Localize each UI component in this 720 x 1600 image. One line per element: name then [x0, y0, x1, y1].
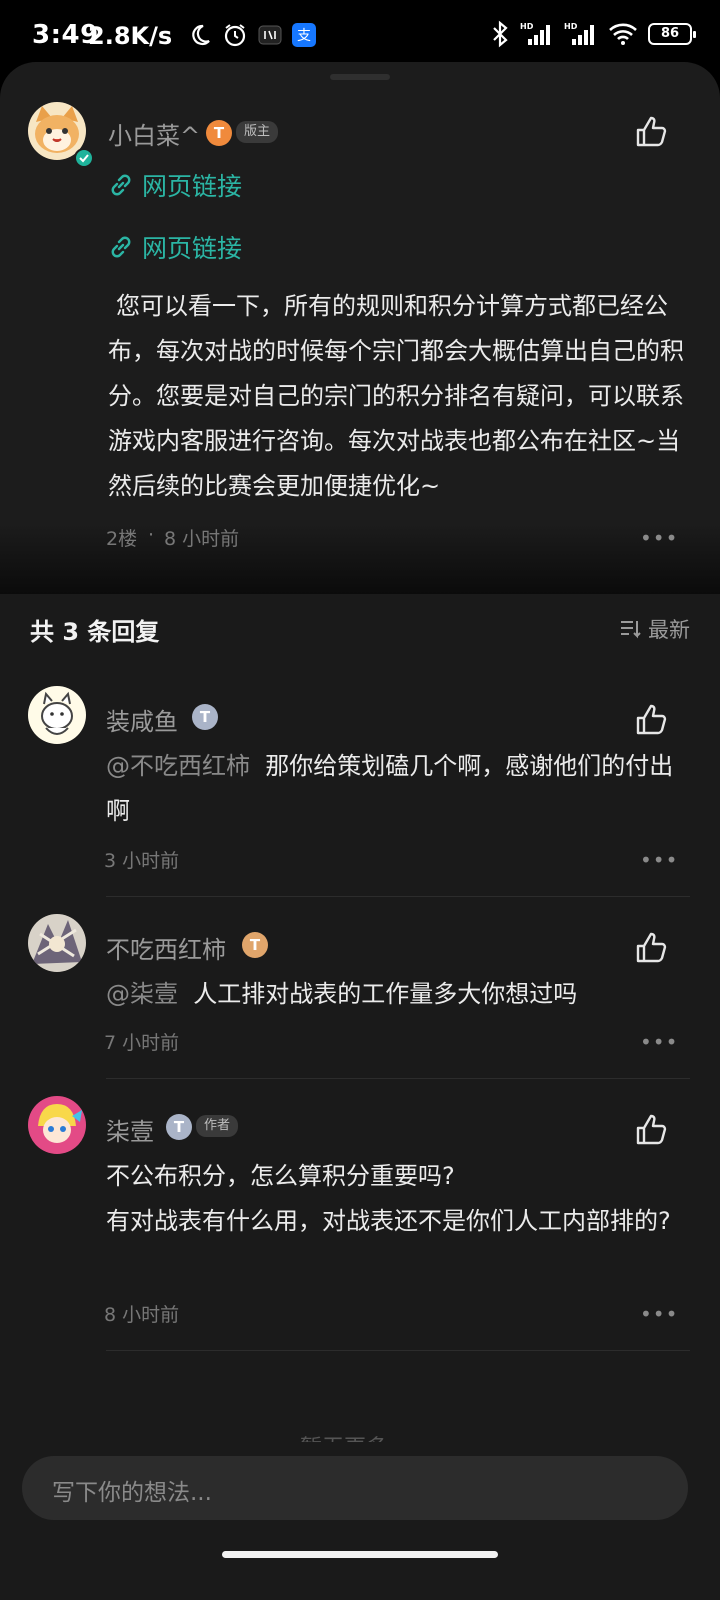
- level-badge: T: [166, 1114, 192, 1140]
- divider: [106, 1078, 690, 1079]
- more-icon[interactable]: •••: [640, 1302, 678, 1326]
- web-link-2[interactable]: 网页链接: [108, 229, 242, 265]
- svg-text:支: 支: [297, 28, 311, 44]
- mention-link[interactable]: @柒壹: [106, 980, 178, 1008]
- battery-icon: 86: [648, 23, 696, 45]
- web-link-1[interactable]: 网页链接: [108, 167, 242, 203]
- status-right-icons: HD HD 86: [490, 20, 696, 48]
- more-icon[interactable]: •••: [640, 848, 678, 872]
- verified-icon: [74, 148, 94, 168]
- level-badge: T: [192, 704, 218, 730]
- reply-body: 不公布积分，怎么算积分重要吗? 有对战表有什么用，对战表还不是你们人工内部排的?: [106, 1154, 692, 1244]
- status-bar: 3:49 2.8K/s 支 HD HD 86: [0, 0, 720, 68]
- post-body: 您可以看一下，所有的规则和积分计算方式都已经公布，每次对战的时候每个宗门都会大概…: [108, 292, 684, 500]
- reply-text-line: 不公布积分，怎么算积分重要吗?: [106, 1162, 455, 1190]
- avatar[interactable]: [28, 1096, 86, 1154]
- home-indicator[interactable]: [222, 1551, 498, 1558]
- moon-icon: [192, 24, 210, 46]
- app-screen: 3:49 2.8K/s 支 HD HD 86 小白菜^ T 版主 网页链接 网页…: [0, 0, 720, 1600]
- avatar[interactable]: [28, 686, 86, 744]
- reply-time: 3 小时前: [104, 850, 180, 872]
- reply-author-name[interactable]: 装咸鱼: [106, 702, 178, 737]
- status-left-icons: 支: [188, 22, 316, 48]
- nfc-icon: [258, 25, 282, 45]
- more-icon[interactable]: •••: [640, 1030, 678, 1054]
- web-link-label: 网页链接: [142, 172, 243, 201]
- like-icon[interactable]: [634, 930, 670, 966]
- sort-icon: [621, 621, 641, 639]
- like-icon[interactable]: [634, 1112, 670, 1148]
- drag-handle[interactable]: [330, 74, 390, 80]
- level-badge: T: [206, 120, 232, 146]
- link-icon: [111, 174, 131, 196]
- post-floor: 2楼: [106, 528, 138, 550]
- reply-text: 人工排对战表的工作量多大你想过吗: [193, 980, 578, 1008]
- status-network-speed: 2.8K/s: [88, 22, 173, 50]
- more-icon[interactable]: •••: [640, 526, 678, 550]
- svg-text:HD: HD: [520, 22, 534, 31]
- post-author-name[interactable]: 小白菜^: [108, 116, 200, 151]
- reply-body: @柒壹 人工排对战表的工作量多大你想过吗: [106, 972, 692, 1017]
- mention-link[interactable]: @不吃西红柿: [106, 752, 250, 780]
- bluetooth-icon: [493, 20, 508, 48]
- sort-button[interactable]: 最新: [620, 614, 690, 644]
- replies-section: 共 3 条回复 最新 装咸鱼 T @不吃西红柿 那你给策划磕几个啊，感谢他们的付…: [0, 594, 720, 1600]
- post-time: 8 小时前: [164, 528, 240, 550]
- alipay-icon: 支: [292, 23, 316, 47]
- reply-time: 7 小时前: [104, 1032, 180, 1054]
- svg-text:HD: HD: [564, 22, 578, 31]
- reply-text-line: 有对战表有什么用，对战表还不是你们人工内部排的?: [106, 1207, 671, 1235]
- signal-hd-icon: HD: [564, 22, 594, 45]
- divider: [106, 1350, 690, 1351]
- reply-author-name[interactable]: 柒壹: [106, 1112, 154, 1147]
- link-icon: [111, 236, 131, 258]
- post-card: 小白菜^ T 版主 网页链接 网页链接 您可以看一下，所有的规则和积分计算方式都…: [0, 62, 720, 594]
- signal-hd-icon: HD: [520, 22, 550, 45]
- moderator-badge: 版主: [236, 121, 279, 143]
- like-icon[interactable]: [634, 702, 670, 738]
- avatar[interactable]: [28, 914, 86, 972]
- comment-input-placeholder: 写下你的想法...: [52, 1480, 212, 1506]
- divider: [106, 896, 690, 897]
- author-badge: 作者: [196, 1115, 239, 1137]
- level-badge: T: [242, 932, 268, 958]
- reply-author-name[interactable]: 不吃西红柿: [106, 930, 226, 965]
- replies-count-title: 共 3 条回复: [30, 618, 160, 646]
- reply-time: 8 小时前: [104, 1304, 180, 1326]
- sort-label: 最新: [648, 618, 690, 642]
- meta-separator: ·: [148, 524, 155, 546]
- web-link-label: 网页链接: [142, 234, 243, 263]
- reply-body: @不吃西红柿 那你给策划磕几个啊，感谢他们的付出啊: [106, 744, 692, 834]
- like-icon[interactable]: [634, 114, 670, 150]
- wifi-icon: [609, 23, 637, 45]
- alarm-icon: [224, 24, 246, 47]
- comment-input[interactable]: 写下你的想法...: [22, 1456, 688, 1520]
- no-more-label: 暂无更多: [300, 1430, 388, 1442]
